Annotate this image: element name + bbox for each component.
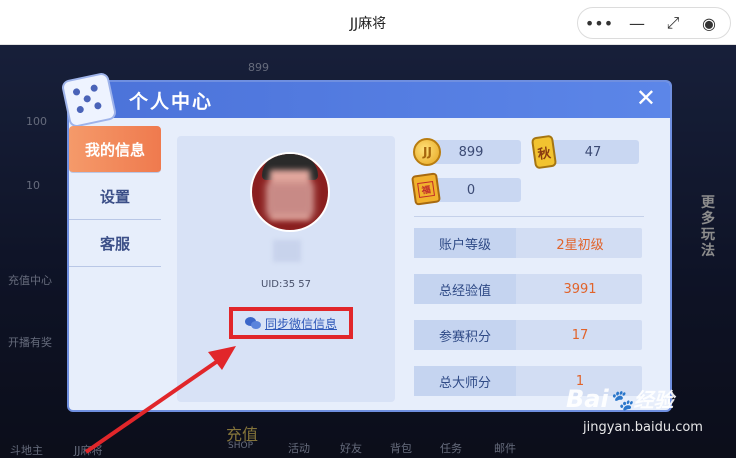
watermark-url: jingyan.baidu.com — [583, 420, 703, 435]
watermark-logo: Bai🐾经验 — [566, 385, 674, 413]
